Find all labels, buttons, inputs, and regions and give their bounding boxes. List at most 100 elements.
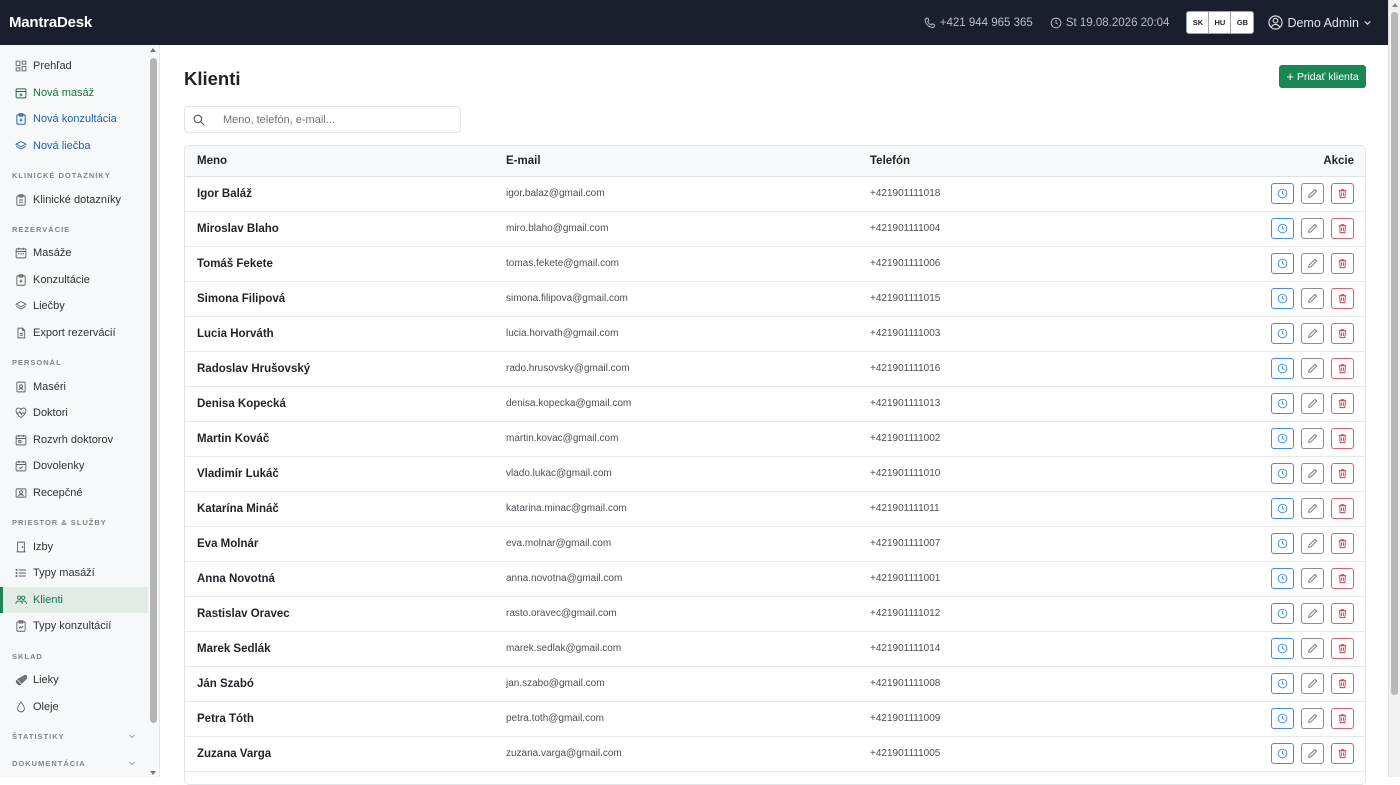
edit-button[interactable] <box>1301 323 1325 344</box>
table-row[interactable]: Ján Szabó jan.szabo@gmail.com +421901111… <box>185 666 1365 701</box>
sidebar-item-klinicke-dotazniky[interactable]: Klinické dotazníky <box>0 186 148 213</box>
scroll-up-arrow[interactable] <box>150 48 156 52</box>
table-row[interactable]: Igor Baláž igor.balaz@gmail.com +4219011… <box>185 176 1365 211</box>
sidebar-item-nova-masaz[interactable]: Nová masáž <box>0 80 148 107</box>
table-row[interactable]: Denisa Kopecká denisa.kopecka@gmail.com … <box>185 386 1365 421</box>
column-header-phone[interactable]: Telefón <box>870 146 1230 177</box>
table-row[interactable]: Tomáš Fekete tomas.fekete@gmail.com +421… <box>185 246 1365 281</box>
brand-logo[interactable]: MantraDesk <box>9 14 92 31</box>
sidebar-item-nova-liecba[interactable]: Nová liečba <box>0 133 148 160</box>
table-row[interactable]: Eva Molnár eva.molnar@gmail.com +4219011… <box>185 526 1365 561</box>
edit-button[interactable] <box>1301 533 1325 554</box>
sidebar-item-export-rezervacii[interactable]: Export rezervácií <box>0 320 148 347</box>
sidebar-item-lieky[interactable]: Lieky <box>0 667 148 694</box>
edit-button[interactable] <box>1301 218 1325 239</box>
table-row[interactable]: Katarína Mináč katarina.minac@gmail.com … <box>185 491 1365 526</box>
edit-button[interactable] <box>1301 638 1325 659</box>
delete-button[interactable] <box>1331 533 1354 554</box>
sidebar-item-klienti[interactable]: Klienti <box>0 586 148 614</box>
history-button[interactable] <box>1271 743 1295 764</box>
edit-button[interactable] <box>1301 603 1325 624</box>
edit-button[interactable] <box>1301 673 1325 694</box>
column-header-name[interactable]: Meno <box>185 146 506 177</box>
table-row[interactable]: Simona Filipová simona.filipova@gmail.co… <box>185 281 1365 316</box>
sidebar-item-rozvrh-doktorov[interactable]: Rozvrh doktorov <box>0 427 148 454</box>
edit-button[interactable] <box>1301 358 1325 379</box>
page-scrollbar-thumb[interactable] <box>1391 12 1398 695</box>
sidebar-item-typy-masazi[interactable]: Typy masáží <box>0 560 148 587</box>
edit-button[interactable] <box>1301 743 1325 764</box>
edit-button[interactable] <box>1301 253 1325 274</box>
sidebar-item-liecby[interactable]: Liečby <box>0 293 148 320</box>
sidebar-item-recepcne[interactable]: Recepčné <box>0 480 148 507</box>
delete-button[interactable] <box>1331 463 1354 484</box>
delete-button[interactable] <box>1331 358 1354 379</box>
delete-button[interactable] <box>1331 708 1354 729</box>
table-row[interactable]: Rastislav Oravec rasto.oravec@gmail.com … <box>185 596 1365 631</box>
history-button[interactable] <box>1271 708 1295 729</box>
table-row[interactable]: Zuzana Varga zuzana.varga@gmail.com +421… <box>185 736 1365 771</box>
section-statistiky[interactable]: Štatistiky <box>0 720 148 747</box>
history-button[interactable] <box>1271 218 1295 239</box>
sidebar-item-dovolenky[interactable]: Dovolenky <box>0 453 148 480</box>
delete-button[interactable] <box>1331 673 1354 694</box>
table-row[interactable]: Radoslav Hrušovský rado.hrusovsky@gmail.… <box>185 351 1365 386</box>
sidebar-item-doktori[interactable]: Doktori <box>0 400 148 427</box>
table-row[interactable]: Martin Kováč martin.kovac@gmail.com +421… <box>185 421 1365 456</box>
history-button[interactable] <box>1271 533 1295 554</box>
delete-button[interactable] <box>1331 253 1354 274</box>
delete-button[interactable] <box>1331 218 1354 239</box>
delete-button[interactable] <box>1331 183 1354 204</box>
history-button[interactable] <box>1271 428 1295 449</box>
delete-button[interactable] <box>1331 603 1354 624</box>
history-button[interactable] <box>1271 358 1295 379</box>
history-button[interactable] <box>1271 673 1295 694</box>
sidebar-item-izby[interactable]: Izby <box>0 533 148 560</box>
edit-button[interactable] <box>1301 463 1325 484</box>
history-button[interactable] <box>1271 253 1295 274</box>
section-dokumentacia[interactable]: Dokumentácia <box>0 747 148 774</box>
delete-button[interactable] <box>1331 638 1354 659</box>
delete-button[interactable] <box>1331 498 1354 519</box>
sidebar-item-prehlad[interactable]: Prehľad <box>0 53 148 80</box>
table-row[interactable]: Lucia Horváth lucia.horvath@gmail.com +4… <box>185 316 1365 351</box>
delete-button[interactable] <box>1331 568 1354 589</box>
table-row[interactable]: Marek Sedlák marek.sedlak@gmail.com +421… <box>185 631 1365 666</box>
scroll-down-arrow[interactable] <box>150 771 156 775</box>
edit-button[interactable] <box>1301 393 1325 414</box>
history-button[interactable] <box>1271 183 1295 204</box>
history-button[interactable] <box>1271 323 1295 344</box>
history-button[interactable] <box>1271 568 1295 589</box>
edit-button[interactable] <box>1301 568 1325 589</box>
sidebar-item-oleje[interactable]: Oleje <box>0 693 148 720</box>
edit-button[interactable] <box>1301 708 1325 729</box>
scroll-up-arrow[interactable] <box>1392 3 1398 7</box>
user-menu[interactable]: Demo Admin <box>1268 15 1372 30</box>
history-button[interactable] <box>1271 498 1295 519</box>
table-row[interactable]: Petra Tóth petra.toth@gmail.com +4219011… <box>185 701 1365 736</box>
search-input[interactable] <box>223 107 460 132</box>
edit-button[interactable] <box>1301 288 1325 309</box>
history-button[interactable] <box>1271 288 1295 309</box>
table-row[interactable]: Anna Novotná anna.novotna@gmail.com +421… <box>185 561 1365 596</box>
delete-button[interactable] <box>1331 428 1354 449</box>
lang-sk-button[interactable]: SK <box>1187 12 1210 33</box>
delete-button[interactable] <box>1331 288 1354 309</box>
column-header-email[interactable]: E-mail <box>506 146 870 177</box>
sidebar-item-masaze[interactable]: Masáže <box>0 240 148 267</box>
edit-button[interactable] <box>1301 498 1325 519</box>
sidebar-item-maseri[interactable]: Maséri <box>0 373 148 400</box>
history-button[interactable] <box>1271 603 1295 624</box>
lang-hu-button[interactable]: HU <box>1209 12 1232 33</box>
sidebar-item-nova-konzultacia[interactable]: Nová konzultácia <box>0 106 148 133</box>
sidebar-scrollbar[interactable] <box>149 45 158 777</box>
table-row[interactable]: Vladimír Lukáč vlado.lukac@gmail.com +42… <box>185 456 1365 491</box>
history-button[interactable] <box>1271 463 1295 484</box>
delete-button[interactable] <box>1331 393 1354 414</box>
history-button[interactable] <box>1271 393 1295 414</box>
table-row[interactable]: Miroslav Blaho miro.blaho@gmail.com +421… <box>185 211 1365 246</box>
lang-gb-button[interactable]: GB <box>1231 12 1254 33</box>
delete-button[interactable] <box>1331 743 1354 764</box>
sidebar-scrollbar-thumb[interactable] <box>150 58 157 723</box>
sidebar-item-typy-konzultacii[interactable]: Typy konzultácií <box>0 613 148 640</box>
